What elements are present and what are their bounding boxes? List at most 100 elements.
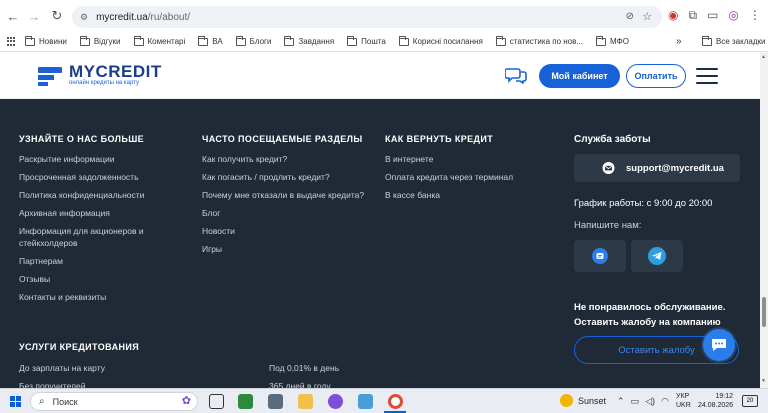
hamburger-menu-icon[interactable] xyxy=(696,68,718,84)
chat-icon[interactable] xyxy=(505,66,527,84)
calculator-app-icon[interactable] xyxy=(268,394,283,409)
bookmark-label: ВА xyxy=(212,37,223,46)
all-bookmarks[interactable]: Все закладки xyxy=(702,35,765,46)
footer-link[interactable]: Новости xyxy=(202,225,382,237)
complaint-line2: Оставить жалобу на компанию xyxy=(574,317,721,328)
footer-link[interactable]: Игры xyxy=(202,243,382,255)
wifi-icon[interactable]: ◠ xyxy=(661,396,669,407)
footer-link[interactable]: В кассе банка xyxy=(385,189,555,201)
complaint-line1: Не понравилось обслуживание. xyxy=(574,302,726,313)
folder-icon xyxy=(235,35,246,46)
more-bookmarks-button[interactable]: » xyxy=(676,36,682,47)
bookmark-item[interactable]: Корисні посилання xyxy=(398,35,483,46)
footer-link[interactable]: Контакты и реквизиты xyxy=(19,291,189,303)
search-highlight-icon: ✿ xyxy=(181,395,191,407)
site-info-icon[interactable]: ⚙ xyxy=(80,12,88,23)
bookmark-item[interactable]: МФО xyxy=(596,35,629,46)
footer-link[interactable]: Архивная информация xyxy=(19,207,189,219)
mail-icon xyxy=(602,162,615,174)
chat-bubble-icon xyxy=(712,339,726,351)
pay-button[interactable]: Оплатить xyxy=(626,64,686,88)
footer-col3-list: В интернете Оплата кредита через термина… xyxy=(385,153,555,207)
bookmark-item[interactable]: статистика по нов... xyxy=(495,35,583,46)
scroll-down-icon[interactable]: ▼ xyxy=(761,378,766,384)
folder-icon xyxy=(25,35,35,46)
windows-taskbar: ⌕ Поиск ✿ Sunset ⌃ ▭ ◁) ◠ УКР UKR 19:12 … xyxy=(0,388,768,413)
notification-badge[interactable]: 20 xyxy=(742,395,758,407)
reload-icon[interactable]: ↻ xyxy=(47,6,67,26)
services-title: УСЛУГИ КРЕДИТОВАНИЯ xyxy=(19,342,140,352)
page-scrollbar[interactable]: ▲ ▼ xyxy=(760,52,768,388)
clock[interactable]: 19:12 24.08.2026 xyxy=(698,392,733,410)
photos-app-icon[interactable] xyxy=(358,394,373,409)
footer-col2-title: ЧАСТО ПОСЕЩАЕМЫЕ РАЗДЕЛЫ xyxy=(202,134,363,144)
footer-link[interactable]: Как получить кредит? xyxy=(202,153,382,165)
bookmark-item[interactable]: Завдання xyxy=(284,35,334,46)
service-link[interactable]: Под 0,01% в день xyxy=(269,362,469,374)
footer-col1-list: Раскрытие информации Просроченная задолж… xyxy=(19,153,189,309)
footer-link[interactable]: Политика конфиденциальности xyxy=(19,189,189,201)
footer-link[interactable]: Отзывы xyxy=(19,273,189,285)
chat-widget-button[interactable] xyxy=(703,329,735,361)
taskbar-search[interactable]: ⌕ Поиск ✿ xyxy=(30,392,198,411)
star-icon[interactable]: ☆ xyxy=(642,10,652,23)
store-app-icon[interactable] xyxy=(238,394,253,409)
site-header: MYCREDIT онлайн кредиты на карту Мой каб… xyxy=(0,52,760,99)
chrome-app-icon[interactable] xyxy=(388,394,403,409)
battery-icon[interactable]: ▭ xyxy=(631,396,640,407)
footer-link[interactable]: Блог xyxy=(202,207,382,219)
footer-link[interactable]: стейкхолдеров xyxy=(19,237,189,249)
url-domain: mycredit.ua xyxy=(96,11,148,23)
logo[interactable]: MYCREDIT онлайн кредиты на карту xyxy=(38,62,162,87)
viber-icon xyxy=(592,248,608,264)
back-icon[interactable]: ← xyxy=(3,6,23,26)
viber-button[interactable] xyxy=(574,240,626,272)
forward-icon[interactable]: → xyxy=(24,6,44,26)
bookmark-item[interactable]: Коментарі xyxy=(133,35,185,46)
windows-start-icon[interactable] xyxy=(10,396,21,407)
bookmark-item[interactable]: Новини xyxy=(25,35,67,46)
chevron-up-icon[interactable]: ⌃ xyxy=(617,396,625,407)
bookmark-item[interactable]: Пошта xyxy=(347,35,386,46)
apps-icon[interactable] xyxy=(7,36,17,47)
footer-col3-title: КАК ВЕРНУТЬ КРЕДИТ xyxy=(385,134,494,144)
system-tray[interactable]: ⌃ ▭ ◁) ◠ xyxy=(617,396,669,407)
support-email-button[interactable]: support@mycredit.ua xyxy=(574,154,740,182)
explorer-app-icon[interactable] xyxy=(298,394,313,409)
telegram-icon xyxy=(648,247,666,265)
site-footer: УЗНАЙТЕ О НАС БОЛЬШЕ Раскрытие информаци… xyxy=(0,99,760,391)
weather-widget[interactable]: Sunset xyxy=(560,394,606,407)
footer-link[interactable]: Оплата кредита через терминал xyxy=(385,171,555,183)
menu-icon[interactable]: ⋮ xyxy=(749,8,761,23)
footer-link[interactable]: Просроченная задолженность xyxy=(19,171,189,183)
folder-icon xyxy=(495,35,506,46)
telegram-button[interactable] xyxy=(631,240,683,272)
footer-link[interactable]: Партнерам xyxy=(19,255,189,267)
address-bar[interactable]: ⚙ mycredit.ua /ru/about/ ⊘ ☆ xyxy=(72,6,662,28)
sidebar-icon[interactable]: ▭ xyxy=(707,8,718,23)
extension-icon[interactable]: ◉ xyxy=(668,8,678,23)
footer-link[interactable]: Раскрытие информации xyxy=(19,153,189,165)
copilot-app-icon[interactable] xyxy=(328,394,343,409)
scroll-up-icon[interactable]: ▲ xyxy=(761,54,766,60)
footer-link[interactable]: Почему мне отказали в выдаче кредита? xyxy=(202,189,382,201)
cabinet-button[interactable]: Мой кабинет xyxy=(539,64,620,88)
profile-icon[interactable]: ◎ xyxy=(728,8,738,23)
logo-name: MYCREDIT xyxy=(69,62,162,81)
eye-off-icon[interactable]: ⊘ xyxy=(626,11,634,22)
footer-link[interactable]: Как погасить / продлить кредит? xyxy=(202,171,382,183)
footer-link[interactable]: В интернете xyxy=(385,153,555,165)
folder-icon xyxy=(702,35,712,46)
puzzle-icon[interactable]: ⧉ xyxy=(688,8,697,23)
volume-icon[interactable]: ◁) xyxy=(645,396,655,407)
service-link[interactable]: До зарплаты на карту xyxy=(19,362,219,374)
clock-time: 19:12 xyxy=(715,393,734,400)
bookmark-item[interactable]: ВА xyxy=(198,35,223,46)
bookmark-item[interactable]: Блоги xyxy=(235,35,271,46)
language-indicator[interactable]: УКР UKR xyxy=(676,392,691,410)
folder-icon xyxy=(79,35,90,46)
scroll-thumb[interactable] xyxy=(762,297,766,327)
bookmark-item[interactable]: Відгуки xyxy=(79,35,121,46)
footer-link[interactable]: Информация для акционеров и xyxy=(19,225,189,237)
task-view-icon[interactable] xyxy=(209,394,224,409)
